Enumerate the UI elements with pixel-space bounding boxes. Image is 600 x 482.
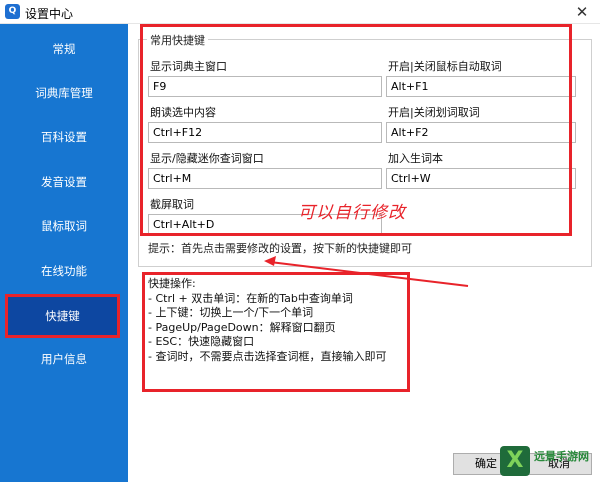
tips-line: - PageUp/PageDown：解释窗口翻页 xyxy=(148,320,336,334)
tips-panel: 快捷操作: - Ctrl + 双击单词：在新的Tab中查询单词 - 上下键：切换… xyxy=(148,277,386,364)
watermark-logo-icon: X xyxy=(500,446,530,476)
app-icon: Q xyxy=(5,4,20,19)
title-bar: Q 设置中心 ✕ xyxy=(0,0,600,24)
sidebar-item-encyclopedia[interactable]: 百科设置 xyxy=(0,115,128,159)
content-panel: 常用快捷键 显示词典主窗口 F9 开启|关闭鼠标自动取词 Alt+F1 朗读选中… xyxy=(128,24,600,482)
sidebar-item-hotkeys[interactable]: 快捷键 xyxy=(5,294,120,338)
tips-line: - 上下键：切换上一个/下一个单词 xyxy=(148,306,314,319)
sidebar-item-general[interactable]: 常规 xyxy=(0,27,128,71)
close-icon[interactable]: ✕ xyxy=(572,2,592,22)
annotation-text: 可以自行修改 xyxy=(298,203,406,223)
watermark-text: 远景手游网 xyxy=(534,450,589,463)
watermark: X 远景手游网 xyxy=(496,444,600,482)
tips-line: - Ctrl + 双击单词：在新的Tab中查询单词 xyxy=(148,291,353,305)
sidebar-item-user-info[interactable]: 用户信息 xyxy=(0,337,128,381)
tips-line: - 查词时，不需要点击选择查词框，直接输入即可 xyxy=(148,349,387,363)
tips-line: - ESC：快速隐藏窗口 xyxy=(148,335,255,348)
sidebar: 常规 词典库管理 百科设置 发音设置 鼠标取词 在线功能 快捷键 用户信息 xyxy=(0,24,128,482)
sidebar-item-online[interactable]: 在线功能 xyxy=(0,249,128,293)
sidebar-item-dictionary[interactable]: 词典库管理 xyxy=(0,71,128,115)
hint-text: 提示：首先点击需要修改的设置，按下新的快捷键即可 xyxy=(148,242,412,255)
window-title: 设置中心 xyxy=(25,7,74,21)
tips-title: 快捷操作: xyxy=(148,277,196,290)
sidebar-item-pronunciation[interactable]: 发音设置 xyxy=(0,160,128,204)
sidebar-item-mouse-capture[interactable]: 鼠标取词 xyxy=(0,204,128,248)
